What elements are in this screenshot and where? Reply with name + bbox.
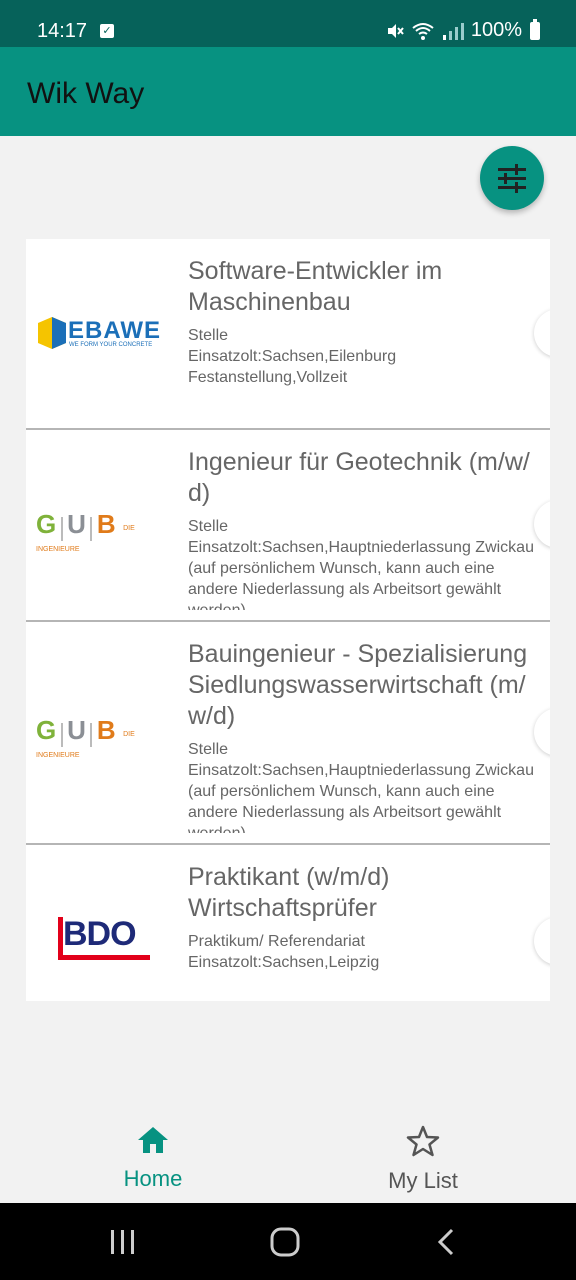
- job-meta: Stelle Einsatzolt:Sachsen,Hauptniederlas…: [188, 516, 538, 610]
- notification-check-icon: ✓: [100, 24, 114, 38]
- company-logo-gub: G U B DIE INGENIEURE: [36, 715, 171, 765]
- job-meta: Stelle Einsatzolt:Sachsen,Eilenburg Fest…: [188, 325, 538, 388]
- wifi-icon: [412, 22, 434, 40]
- filter-button[interactable]: [480, 146, 544, 210]
- nav-home[interactable]: Home: [63, 1125, 243, 1192]
- gub-letter: G: [36, 509, 57, 539]
- job-title-line: w/d): [188, 702, 236, 730]
- gub-letter: U: [67, 715, 86, 745]
- job-type: Praktikum/ Referendariat: [188, 933, 365, 950]
- battery-percent: 100%: [470, 19, 522, 41]
- job-title-line: Software-Entwickler im: [188, 257, 443, 285]
- signal-icon: [442, 22, 464, 40]
- home-icon: [138, 1127, 168, 1153]
- job-title-line: Siedlungswasserwirtschaft (m/: [188, 671, 526, 699]
- job-extra: werden): [188, 823, 538, 833]
- job-type: Stelle: [188, 327, 229, 344]
- job-title-line: Ingenieur für Geotechnik (m/w/: [188, 448, 530, 476]
- battery-icon: [530, 18, 540, 40]
- job-list: EBAWE WE FORM YOUR CONCRETE Software-Ent…: [26, 239, 550, 1001]
- nav-my-list[interactable]: My List: [333, 1125, 513, 1194]
- home-system-icon[interactable]: [269, 1226, 301, 1258]
- back-icon[interactable]: [434, 1227, 458, 1257]
- job-meta: Praktikum/ Referendariat Einsatzolt:Sach…: [188, 931, 538, 973]
- job-title-line: d): [188, 479, 211, 507]
- bottom-navigation: Home My List: [0, 1103, 576, 1203]
- gub-letter: B: [96, 715, 116, 745]
- job-extra: Festanstellung,Vollzeit: [188, 369, 348, 386]
- job-card[interactable]: G U B DIE INGENIEURE Bauingenieur - Spez…: [26, 622, 550, 845]
- app-bar: Wik Way: [0, 47, 576, 136]
- job-location: Einsatzolt:Sachsen,Hauptniederlassung Zw…: [188, 539, 534, 556]
- app-title: Wik Way: [27, 77, 145, 110]
- job-card[interactable]: BDO Praktikant (w/m/d) Wirtschaftsprüfer…: [26, 845, 550, 1001]
- nav-home-label: Home: [123, 1166, 183, 1191]
- job-location: Einsatzolt:Sachsen,Eilenburg: [188, 348, 397, 365]
- gub-letter: G: [36, 715, 57, 745]
- job-location: Einsatzolt:Sachsen,Hauptniederlassung Zw…: [188, 762, 534, 779]
- job-title-line: Maschinenbau: [188, 288, 351, 316]
- company-logo-ebawe: EBAWE WE FORM YOUR CONCRETE: [36, 313, 171, 358]
- gub-letter: B: [96, 509, 116, 539]
- nav-my-list-label: My List: [388, 1168, 458, 1193]
- job-text: Bauingenieur - Spezialisierung Siedlungs…: [188, 639, 538, 833]
- job-card[interactable]: EBAWE WE FORM YOUR CONCRETE Software-Ent…: [26, 239, 550, 430]
- status-bar: 14:17 ✓ 100%: [0, 0, 576, 47]
- job-extra: werden): [188, 600, 538, 610]
- recent-apps-icon[interactable]: [108, 1228, 138, 1256]
- company-logo-gub: G U B DIE INGENIEURE: [36, 509, 171, 559]
- ebawe-logo-text: EBAWE: [68, 317, 162, 344]
- job-type: Stelle: [188, 518, 229, 535]
- ebawe-tagline: WE FORM YOUR CONCRETE: [69, 342, 153, 348]
- job-extra: (auf persönlichem Wunsch, kann auch eine: [188, 560, 495, 577]
- gub-letter: U: [67, 509, 86, 539]
- job-card[interactable]: G U B DIE INGENIEURE Ingenieur für Geote…: [26, 430, 550, 622]
- job-extra: andere Niederlassung als Arbeitsort gewä…: [188, 581, 502, 598]
- job-text: Ingenieur für Geotechnik (m/w/ d) Stelle…: [188, 447, 538, 610]
- job-type: Stelle: [188, 741, 229, 758]
- bdo-logo-text: BDO: [63, 915, 137, 953]
- system-navigation-bar: [0, 1203, 576, 1280]
- job-text: Software-Entwickler im Maschinenbau Stel…: [188, 256, 538, 388]
- job-meta: Stelle Einsatzolt:Sachsen,Hauptniederlas…: [188, 739, 538, 833]
- job-extra: (auf persönlichem Wunsch, kann auch eine: [188, 783, 495, 800]
- job-title-line: Praktikant (w/m/d): [188, 863, 390, 891]
- job-location: Einsatzolt:Sachsen,Leipzig: [188, 954, 380, 971]
- status-time: 14:17: [37, 20, 88, 42]
- job-text: Praktikant (w/m/d) Wirtschaftsprüfer Pra…: [188, 862, 538, 973]
- tune-icon: [498, 164, 526, 193]
- star-outline-icon: [406, 1125, 440, 1157]
- mute-icon: [387, 23, 404, 38]
- job-extra: andere Niederlassung als Arbeitsort gewä…: [188, 804, 502, 821]
- job-title-line: Wirtschaftsprüfer: [188, 894, 377, 922]
- job-title-line: Bauingenieur - Spezialisierung: [188, 640, 528, 668]
